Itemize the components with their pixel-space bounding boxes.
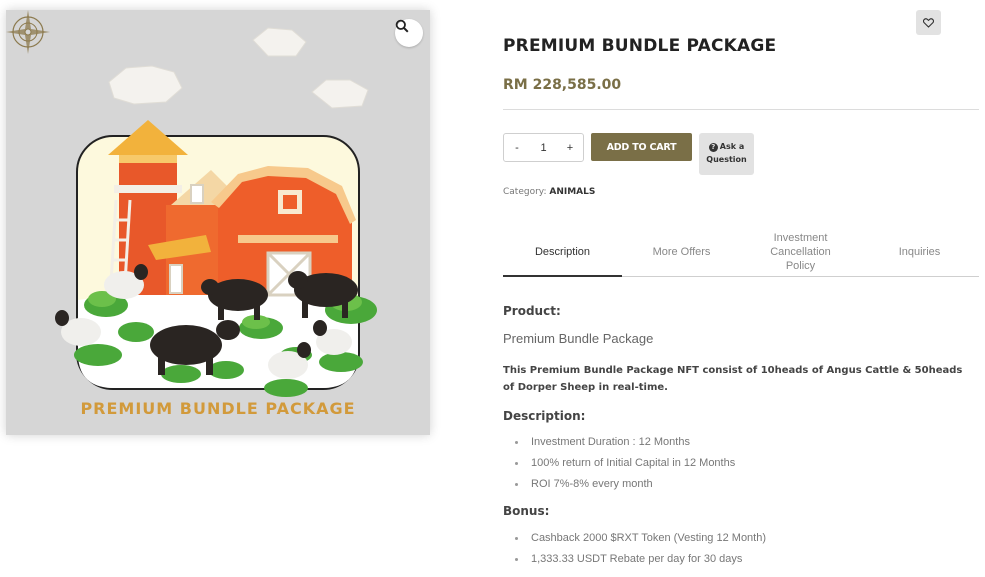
- tab-investment-cancellation-policy[interactable]: Investment Cancellation Policy: [741, 228, 860, 276]
- wishlist-button[interactable]: [916, 10, 941, 35]
- heart-icon: [923, 17, 934, 28]
- description-list: Investment Duration : 12 Months 100% ret…: [513, 436, 735, 499]
- list-item: Investment Duration : 12 Months: [513, 436, 735, 457]
- product-name: Premium Bundle Package: [503, 331, 654, 346]
- product-category: Category: ANIMALS: [503, 187, 595, 197]
- quantity-increase-button[interactable]: +: [557, 142, 583, 154]
- ask-question-line2: Question: [706, 155, 747, 164]
- ask-question-button[interactable]: ? Ask a Question: [699, 133, 754, 175]
- product-tabs: Description More Offers Investment Cance…: [503, 228, 979, 278]
- product-image[interactable]: PREMIUM BUNDLE PACKAGE: [6, 10, 430, 435]
- add-to-cart-button[interactable]: ADD TO CART: [591, 133, 692, 161]
- compass-rose-logo: [6, 10, 50, 54]
- category-link[interactable]: ANIMALS: [549, 187, 595, 197]
- image-caption: PREMIUM BUNDLE PACKAGE: [80, 399, 356, 418]
- list-item: 100% return of Initial Capital in 12 Mon…: [513, 457, 735, 478]
- farm-illustration: [55, 27, 377, 397]
- tab-inquiries[interactable]: Inquiries: [860, 228, 979, 276]
- zoom-button[interactable]: [395, 19, 423, 47]
- active-tab-indicator: [503, 275, 622, 277]
- product-title: PREMIUM BUNDLE PACKAGE: [503, 36, 777, 56]
- question-circle-icon: ?: [708, 143, 718, 152]
- bonus-list: Cashback 2000 $RXT Token (Vesting 12 Mon…: [513, 532, 766, 574]
- divider: [503, 109, 979, 110]
- product-description-paragraph: This Premium Bundle Package NFT consist …: [503, 365, 963, 393]
- product-price: RM 228,585.00: [503, 77, 622, 93]
- description-heading: Description:: [503, 409, 586, 423]
- category-label: Category:: [503, 187, 547, 197]
- bonus-heading: Bonus:: [503, 504, 550, 518]
- quantity-decrease-button[interactable]: -: [504, 142, 530, 154]
- list-item: ROI 7%-8% every month: [513, 478, 735, 499]
- quantity-input[interactable]: [530, 141, 557, 154]
- product-heading: Product:: [503, 304, 561, 318]
- tab-description[interactable]: Description: [503, 228, 622, 276]
- quantity-stepper: - +: [503, 133, 584, 162]
- list-item: Cashback 2000 $RXT Token (Vesting 12 Mon…: [513, 532, 766, 553]
- tab-more-offers[interactable]: More Offers: [622, 228, 741, 276]
- list-item: 1,333.33 USDT Rebate per day for 30 days: [513, 553, 766, 574]
- magnifier-icon: [395, 19, 409, 33]
- ask-question-line1: Ask a: [719, 142, 745, 151]
